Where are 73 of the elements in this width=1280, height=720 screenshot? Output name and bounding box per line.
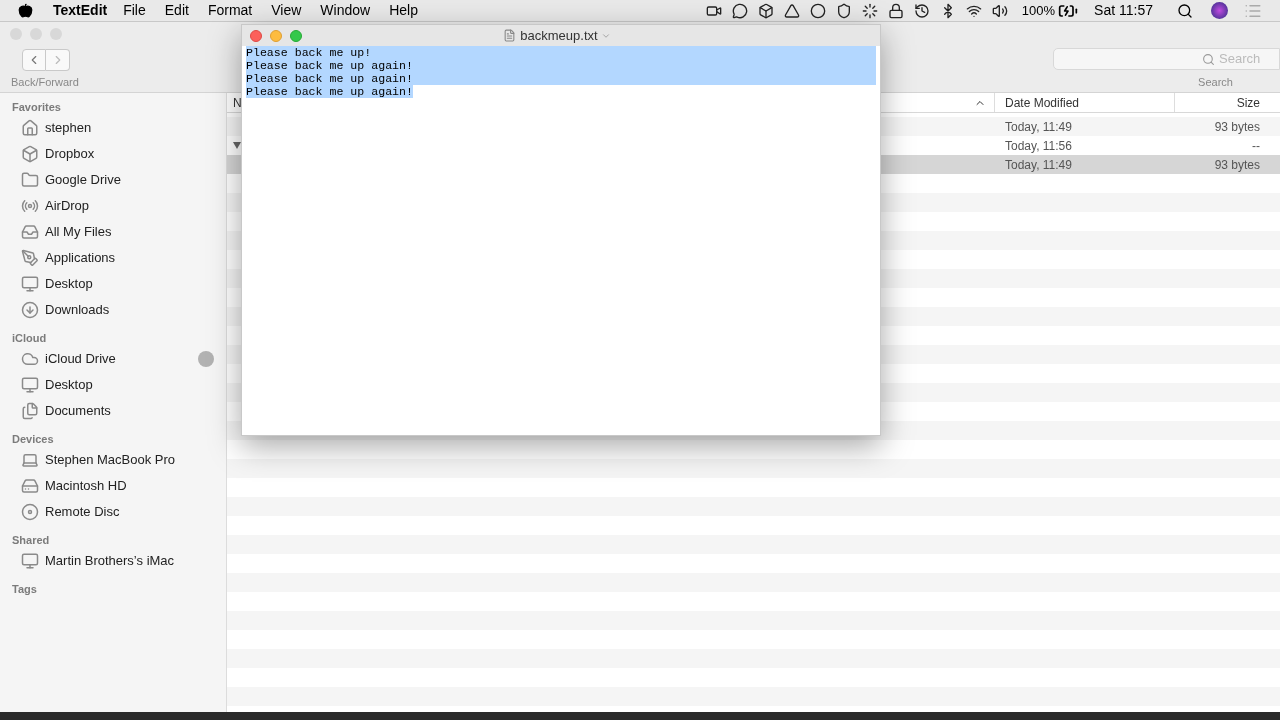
sidebar-item[interactable]: Stephen MacBook Pro <box>0 447 226 473</box>
box-icon[interactable] <box>757 2 774 19</box>
menu-item[interactable]: View <box>271 0 302 21</box>
sidebar-item[interactable]: Desktop <box>0 372 226 398</box>
box-icon <box>21 145 39 163</box>
pen-tool-icon <box>21 249 39 267</box>
table-cell-text: -- <box>1251 137 1261 155</box>
sidebar-item[interactable]: Documents <box>0 398 226 424</box>
tray-icon <box>21 223 39 241</box>
sidebar-section-title: iCloud <box>11 331 48 346</box>
table-cell-text: Today, 11:56 <box>1004 137 1073 155</box>
sidebar-item[interactable]: Downloads <box>0 297 226 323</box>
table-cell-text: 93 bytes <box>1213 118 1261 136</box>
sidebar-section-title: Shared <box>11 533 51 548</box>
sidebar-item[interactable]: Remote Disc <box>0 499 226 525</box>
laptop-icon <box>21 451 39 469</box>
home-icon <box>21 119 39 137</box>
close-button[interactable] <box>250 29 262 42</box>
spinner-icon[interactable] <box>861 2 878 19</box>
shield-icon[interactable] <box>835 2 852 19</box>
monitor-icon <box>21 376 39 394</box>
apple-icon[interactable] <box>18 3 33 18</box>
table-cell-text: 93 bytes <box>1213 156 1261 174</box>
app-menu[interactable]: TextEdit <box>53 0 108 21</box>
search-bar[interactable]: Search <box>1053 48 1280 70</box>
sidebar-item[interactable]: Desktop <box>0 271 226 297</box>
search-icon <box>1202 52 1215 66</box>
toolbar-label: Search <box>1198 75 1233 90</box>
menu-item[interactable]: Help <box>389 0 418 21</box>
triangle-icon[interactable] <box>783 2 800 19</box>
sidebar-item[interactable]: All My Files <box>0 219 226 245</box>
download-icon <box>21 301 39 319</box>
monitor-icon <box>21 275 39 293</box>
sidebar-item[interactable]: Martin Brothers’s iMac <box>0 548 226 574</box>
menu-item[interactable]: Format <box>207 0 253 21</box>
window-title: backmeup.txt <box>520 26 598 45</box>
sidebar-item[interactable]: Dropbox <box>0 141 226 167</box>
desktop-computer-icon <box>21 552 39 570</box>
toolbar-label: Back/Forward <box>11 75 80 90</box>
document-icon <box>503 29 517 42</box>
documents-icon <box>21 402 39 420</box>
search-input[interactable]: Search <box>1219 49 1271 69</box>
sidebar-section-title: Devices <box>11 432 55 447</box>
column-heading[interactable]: Size <box>1175 93 1280 112</box>
siri-icon[interactable] <box>1211 2 1228 19</box>
history-icon[interactable] <box>913 2 930 19</box>
volume-icon[interactable] <box>991 2 1008 19</box>
folder-icon <box>21 171 39 189</box>
menu-item[interactable]: Window <box>320 0 371 21</box>
sidebar-item[interactable]: iCloud Drive <box>0 346 226 372</box>
lock-icon[interactable] <box>887 2 904 19</box>
clock[interactable]: Sat 11:57 <box>1094 0 1153 21</box>
column-heading[interactable]: N <box>233 93 242 112</box>
search-icon[interactable] <box>1177 2 1193 19</box>
column-heading[interactable]: Date Modified <box>995 93 1175 112</box>
chat-icon[interactable] <box>731 2 748 19</box>
hard-drive-icon <box>21 477 39 495</box>
circle-icon[interactable] <box>809 2 826 19</box>
sidebar-item[interactable]: Applications <box>0 245 226 271</box>
cloud-icon <box>21 350 39 368</box>
battery-percent[interactable]: 100% <box>1021 0 1056 21</box>
airdrop-icon <box>21 197 39 215</box>
sidebar-section-title: Tags <box>11 582 38 597</box>
disc-icon <box>21 503 39 521</box>
menu-item[interactable]: Edit <box>164 0 189 21</box>
sidebar-item[interactable]: Google Drive <box>0 167 226 193</box>
table-cell-text: Today, 11:49 <box>1004 156 1073 174</box>
table-cell-text: Today, 11:49 <box>1004 118 1073 136</box>
sidebar-item[interactable]: AirDrop <box>0 193 226 219</box>
menu-item[interactable]: File <box>123 0 146 21</box>
sidebar-item[interactable]: Macintosh HD <box>0 473 226 499</box>
sidebar-item[interactable]: stephen <box>0 115 226 141</box>
sidebar-section-title: Favorites <box>11 100 62 115</box>
